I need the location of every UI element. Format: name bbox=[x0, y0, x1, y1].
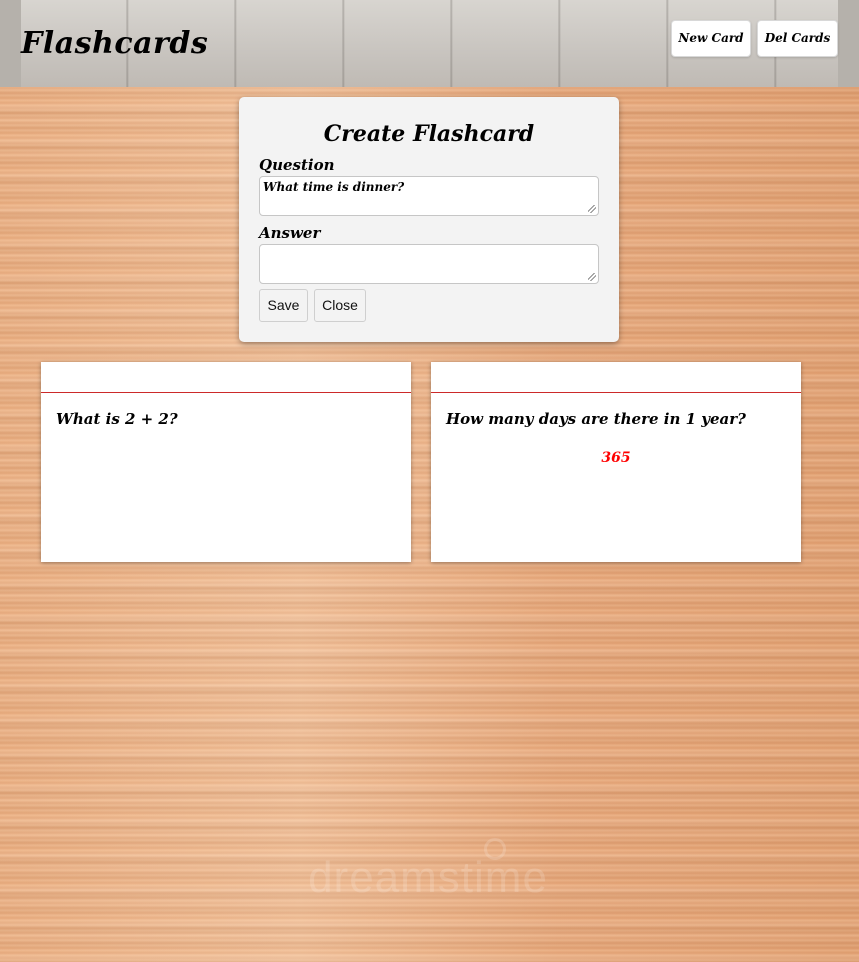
card-question: How many days are there in 1 year? bbox=[446, 410, 746, 428]
card-answer: 365 bbox=[601, 450, 631, 466]
question-textarea-value: What time is dinner? bbox=[263, 180, 405, 194]
header-bar: Flashcards New Card Del Cards bbox=[0, 0, 859, 87]
card-header-rule bbox=[41, 392, 411, 393]
resize-grip-icon[interactable] bbox=[588, 273, 596, 281]
save-button[interactable]: Save bbox=[259, 289, 308, 322]
answer-textarea[interactable] bbox=[259, 244, 599, 284]
flashcard[interactable]: What is 2 + 2? bbox=[41, 362, 411, 562]
card-question: What is 2 + 2? bbox=[56, 410, 178, 428]
create-flashcard-panel: Create Flashcard Question What time is d… bbox=[239, 97, 619, 342]
new-card-button[interactable]: New Card bbox=[671, 20, 751, 57]
question-label: Question bbox=[259, 156, 335, 174]
card-header-rule bbox=[431, 392, 801, 393]
app-title: Flashcards bbox=[21, 26, 209, 61]
watermark-text: dreamstime bbox=[308, 853, 548, 902]
question-textarea[interactable]: What time is dinner? bbox=[259, 176, 599, 216]
delete-cards-button[interactable]: Del Cards bbox=[757, 20, 838, 57]
resize-grip-icon[interactable] bbox=[588, 205, 596, 213]
answer-label: Answer bbox=[259, 224, 321, 242]
create-flashcard-title: Create Flashcard bbox=[323, 121, 535, 147]
flashcard[interactable]: How many days are there in 1 year? 365 bbox=[431, 362, 801, 562]
close-button[interactable]: Close bbox=[314, 289, 366, 322]
